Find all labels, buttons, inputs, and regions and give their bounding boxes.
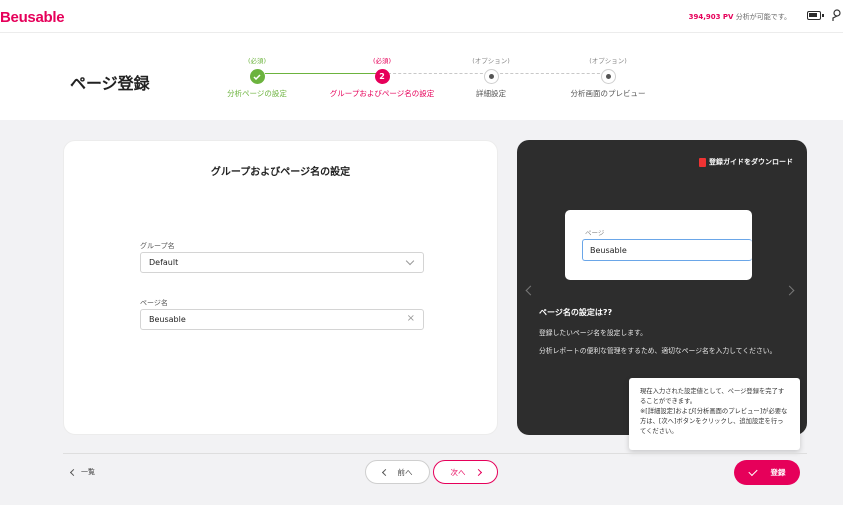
- step-pending-icon: [600, 69, 616, 84]
- pv-status: 394,903 PV 分析が可能です。: [689, 12, 791, 22]
- chevron-down-icon: [405, 256, 415, 266]
- prev-button[interactable]: 前へ: [365, 460, 430, 484]
- step-preview[interactable]: (オプション) 分析画面のプレビュー: [538, 55, 678, 99]
- page-name-input[interactable]: Beusable ×: [140, 309, 424, 330]
- user-icon[interactable]: [832, 9, 842, 21]
- guide-preview: ページ Beusable: [565, 210, 752, 280]
- page-name-value: Beusable: [149, 315, 186, 324]
- preview-label: ページ: [585, 229, 605, 237]
- guide-text-1: 登録したいページ名を設定します。: [539, 329, 647, 337]
- tooltip-text-1: 現在入力された設定値として、ページ登録を完了することができます。: [640, 388, 785, 405]
- guide-download-link[interactable]: 登録ガイドをダウンロード: [699, 157, 793, 167]
- chevron-right-icon: [474, 468, 482, 476]
- next-button[interactable]: 次へ: [433, 460, 498, 484]
- form-title: グループおよびページ名の設定: [210, 167, 351, 178]
- register-label: 登録: [770, 468, 786, 477]
- chevron-left-icon: [69, 468, 78, 476]
- register-tooltip: 現在入力された設定値として、ページ登録を完了することができます。 ※[詳細設定]…: [629, 378, 800, 450]
- next-label: 次へ: [450, 467, 466, 477]
- step-tag: (オプション): [589, 57, 627, 65]
- footer-divider: [63, 453, 807, 454]
- guide-heading: ページ名の設定は??: [539, 308, 613, 317]
- check-icon: [747, 466, 758, 477]
- chevron-right-icon[interactable]: [784, 285, 795, 296]
- back-to-list-label: 一覧: [81, 468, 95, 476]
- top-bar: Beusable 394,903 PV 分析が可能です。: [0, 0, 843, 33]
- page-title: ページ登録: [70, 74, 150, 93]
- app-logo[interactable]: Beusable: [0, 9, 65, 26]
- group-name-label: グループ名: [140, 242, 175, 250]
- guide-download-label: 登録ガイドをダウンロード: [709, 158, 793, 166]
- step-label: 分析画面のプレビュー: [570, 89, 646, 98]
- clear-icon[interactable]: ×: [407, 313, 415, 324]
- register-button[interactable]: 登録: [734, 460, 800, 485]
- stepper-line-3: [495, 73, 605, 74]
- tooltip-text-2: ※[詳細設定]および[分析画面のプレビュー]が必要な方は、[次へ]ボタンをクリッ…: [640, 408, 788, 435]
- battery-icon[interactable]: [807, 11, 824, 20]
- step-label: 分析ページの設定: [227, 89, 287, 98]
- back-to-list-button[interactable]: 一覧: [69, 467, 95, 477]
- step-number: 2: [374, 69, 390, 84]
- group-name-value: Default: [149, 258, 179, 267]
- chevron-left-icon: [381, 468, 389, 476]
- pv-suffix: 分析が可能です。: [733, 13, 791, 21]
- step-tag: (必須): [247, 57, 267, 65]
- prev-label: 前へ: [397, 467, 413, 477]
- guide-text-2: 分析レポートの便利な管理をするため、適切なページ名を入力してください。: [539, 347, 777, 355]
- preview-input: Beusable: [582, 239, 752, 261]
- pv-count: 394,903 PV: [688, 13, 734, 21]
- stepper-line-2: [388, 73, 488, 74]
- form-card: グループおよびページ名の設定 グループ名 Default ページ名 Beusab…: [63, 140, 498, 435]
- stepper-line-1: [265, 73, 380, 74]
- chevron-left-icon[interactable]: [525, 285, 536, 296]
- group-name-select[interactable]: Default: [140, 252, 424, 273]
- page-name-label: ページ名: [140, 299, 168, 307]
- step-analysis-page[interactable]: (必須) 分析ページの設定: [187, 55, 327, 99]
- step-pending-icon: [483, 69, 499, 84]
- pdf-icon: [699, 157, 706, 167]
- step-done-icon: [249, 69, 265, 84]
